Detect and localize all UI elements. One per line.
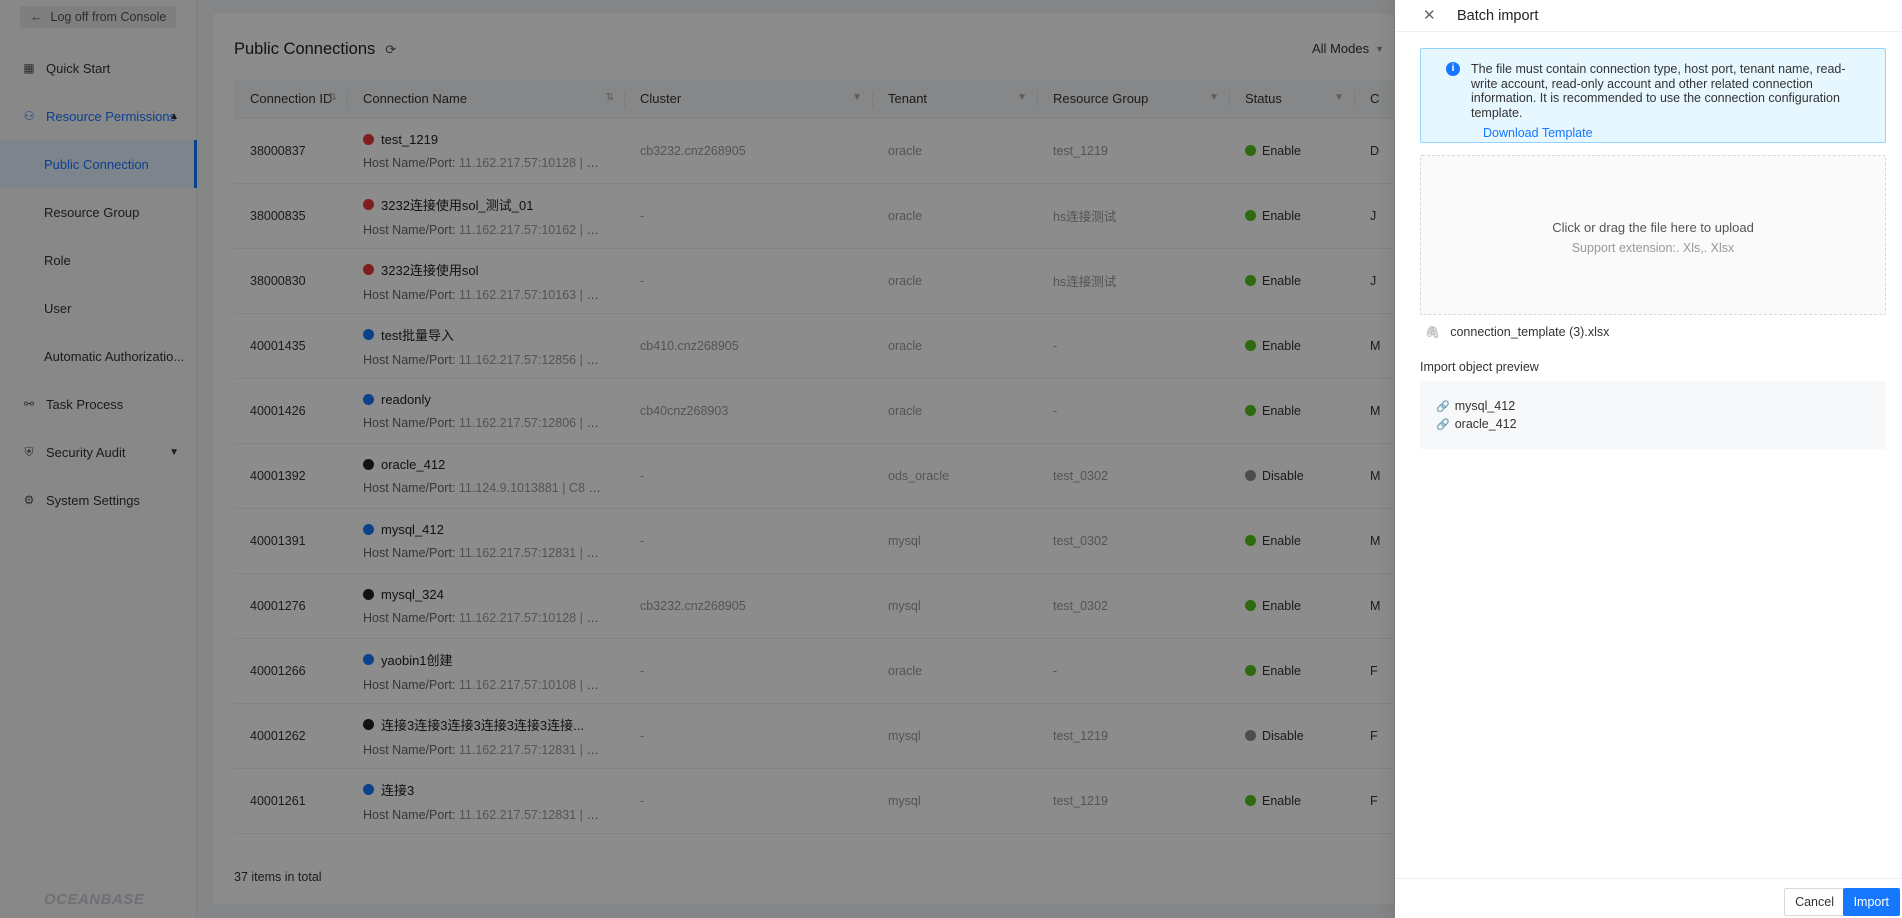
modal-mask[interactable] [0, 0, 1395, 918]
preview-item: 🔗 oracle_412 [1436, 415, 1886, 433]
preview-label: Import object preview [1420, 360, 1539, 374]
batch-import-drawer: ✕ Batch import i The file must contain c… [1395, 0, 1902, 918]
uploaded-file-name: connection_template (3).xlsx [1450, 325, 1610, 339]
upload-dropzone[interactable]: Click or drag the file here to upload Su… [1420, 155, 1886, 315]
upload-title: Click or drag the file here to upload [1552, 220, 1754, 235]
link-icon: 🔗 [1436, 400, 1450, 413]
close-icon[interactable]: ✕ [1423, 6, 1436, 24]
info-notice: i The file must contain connection type,… [1420, 48, 1886, 143]
notice-text: The file must contain connection type, h… [1471, 62, 1846, 120]
cancel-button[interactable]: Cancel [1784, 888, 1845, 916]
upload-hint: Support extension:. Xls,. Xlsx [1571, 241, 1735, 255]
paperclip-icon: 🖇 [1425, 325, 1441, 339]
preview-list: 🔗 mysql_412 🔗 oracle_412 [1420, 381, 1886, 449]
preview-item-label: oracle_412 [1454, 417, 1517, 431]
info-icon: i [1446, 62, 1460, 76]
preview-item: 🔗 mysql_412 [1436, 397, 1886, 415]
link-icon: 🔗 [1436, 418, 1450, 431]
import-button[interactable]: Import [1842, 888, 1900, 916]
drawer-header: ✕ Batch import [1395, 0, 1902, 32]
preview-item-label: mysql_412 [1454, 399, 1516, 413]
drawer-footer: Cancel Import [1395, 878, 1902, 918]
drawer-title: Batch import [1457, 7, 1539, 24]
download-template-link[interactable]: Download Template [1483, 126, 1871, 141]
uploaded-file[interactable]: 🖇 connection_template (3).xlsx [1425, 325, 1609, 339]
